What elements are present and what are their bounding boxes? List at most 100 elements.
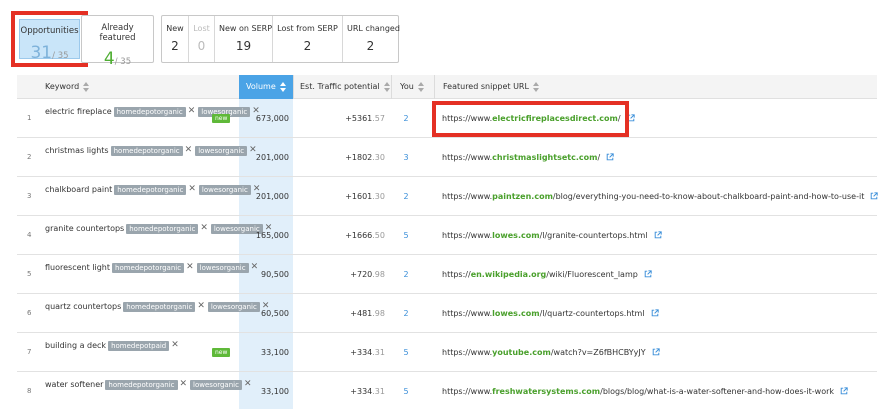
stat-url-changed[interactable]: URL changed 2 xyxy=(342,16,400,62)
you-position[interactable]: 5 xyxy=(395,387,417,396)
snippet-url[interactable]: https://www.freshwatersystems.com/blogs/… xyxy=(442,387,848,396)
volume-value: 90,500 xyxy=(261,270,289,279)
external-link-icon[interactable] xyxy=(651,309,659,317)
volume-value: 33,100 xyxy=(261,387,289,396)
traffic-dec: .98 xyxy=(372,270,385,279)
already-featured-card[interactable]: Already featured 4/ 35 xyxy=(81,15,154,69)
you-position[interactable]: 2 xyxy=(395,192,417,201)
external-link-icon[interactable] xyxy=(652,348,660,356)
row-number: 1 xyxy=(27,114,32,122)
url-path: /wiki/Fluorescent_lamp xyxy=(546,270,638,279)
stat-lost-from-serp-label: Lost from SERP xyxy=(277,24,338,33)
col-traffic-header[interactable]: Est. Traffic potential xyxy=(293,75,391,99)
already-featured-count: 4/ 35 xyxy=(82,49,153,69)
close-icon[interactable]: ✕ xyxy=(171,339,179,352)
keyword-cell: granite countertops homedepotorganic ✕ lowe… xyxy=(45,222,272,235)
you-position[interactable]: 2 xyxy=(395,114,417,123)
traffic-int: +481 xyxy=(350,309,373,318)
keyword-text: fluorescent light xyxy=(45,263,111,272)
already-featured-value: 4 xyxy=(103,49,115,69)
stat-new[interactable]: New 2 xyxy=(162,16,188,62)
traffic-value: +1601.30 xyxy=(293,192,385,201)
close-icon[interactable]: ✕ xyxy=(180,378,188,391)
col-you-header[interactable]: You xyxy=(391,75,434,99)
keyword-tag: homedepotorganic xyxy=(126,223,199,234)
col-volume-header[interactable]: Volume xyxy=(239,75,293,99)
snippet-url[interactable]: https://www.paintzen.com/blog/everything… xyxy=(442,192,879,201)
you-position[interactable]: 2 xyxy=(395,309,417,318)
keyword-tag: homedepotorganic xyxy=(123,301,196,312)
traffic-value: +334.31 xyxy=(293,348,385,357)
col-url-header[interactable]: Featured snippet URL xyxy=(434,75,877,99)
you-position[interactable]: 5 xyxy=(395,348,417,357)
traffic-int: +334 xyxy=(350,387,373,396)
table-row: 2 christmas lights homedepotorganic ✕ lowes… xyxy=(17,138,877,177)
already-featured-label: Already featured xyxy=(99,23,136,43)
external-link-icon[interactable] xyxy=(840,387,848,395)
external-link-icon[interactable] xyxy=(870,192,879,200)
you-position[interactable]: 2 xyxy=(395,270,417,279)
sort-arrows-icon xyxy=(417,81,425,92)
traffic-int: +334 xyxy=(350,348,373,357)
close-icon[interactable]: ✕ xyxy=(185,144,193,157)
stat-url-changed-label: URL changed xyxy=(347,24,400,33)
traffic-value: +5361.57 xyxy=(293,114,385,123)
stat-url-changed-value: 2 xyxy=(366,39,375,53)
stat-lost-from-serp[interactable]: Lost from SERP 2 xyxy=(272,16,342,62)
stat-lost: Lost 0 xyxy=(188,16,214,62)
external-link-icon[interactable] xyxy=(654,231,662,239)
stat-new-label: New xyxy=(166,24,184,33)
you-position[interactable]: 5 xyxy=(395,231,417,240)
traffic-int: +720 xyxy=(350,270,373,279)
url-path: /blog/everything-you-need-to-know-about-… xyxy=(552,192,865,201)
keyword-text: quartz countertops xyxy=(45,302,122,311)
traffic-value: +334.31 xyxy=(293,387,385,396)
keyword-cell: quartz countertops homedepotorganic ✕ lowes… xyxy=(45,300,269,313)
url-prefix: https://www. xyxy=(442,309,493,318)
close-icon[interactable]: ✕ xyxy=(200,222,208,235)
url-domain: freshwatersystems.com xyxy=(492,387,601,396)
close-icon[interactable]: ✕ xyxy=(188,183,196,196)
url-prefix: https:// xyxy=(442,270,471,279)
keyword-tag: homedepotorganic xyxy=(113,106,186,117)
external-link-icon[interactable] xyxy=(644,270,652,278)
snippet-url[interactable]: https://www.youtube.com/watch?v=Z6fBHCBY… xyxy=(442,348,660,357)
you-position[interactable]: 3 xyxy=(395,153,417,162)
keyword-cell: fluorescent light homedepotorganic ✕ loweso… xyxy=(45,261,258,274)
row-number: 8 xyxy=(27,387,32,395)
stat-new-on-serp-value: 19 xyxy=(235,39,252,53)
volume-value: 201,000 xyxy=(255,153,289,162)
traffic-dec: .98 xyxy=(372,309,385,318)
sort-arrows-icon xyxy=(383,81,391,92)
url-domain: christmaslightsetc.com xyxy=(492,153,598,162)
opportunities-card-inner: Opportunities 31/ 35 xyxy=(19,19,80,63)
url-domain: youtube.com xyxy=(492,348,551,357)
url-prefix: https://www. xyxy=(442,231,493,240)
snippet-url[interactable]: https://en.wikipedia.org/wiki/Fluorescen… xyxy=(442,270,652,279)
stat-new-on-serp-label: New on SERP xyxy=(219,24,273,33)
close-icon[interactable]: ✕ xyxy=(197,300,205,313)
close-icon[interactable]: ✕ xyxy=(188,105,196,118)
external-link-icon[interactable] xyxy=(606,153,614,161)
snippet-url[interactable]: https://www.christmaslightsetc.com/ xyxy=(442,153,614,162)
row-number: 3 xyxy=(27,192,32,200)
col-you-label: You xyxy=(400,82,414,91)
keyword-text: granite countertops xyxy=(45,224,125,233)
opportunities-card[interactable]: Opportunities 31/ 35 xyxy=(11,11,88,67)
url-domain: paintzen.com xyxy=(492,192,553,201)
url-domain: lowes.com xyxy=(492,231,540,240)
stat-new-on-serp[interactable]: New on SERP 19 xyxy=(214,16,272,62)
change-stats-group: New 2 Lost 0 New on SERP 19 Lost from SE… xyxy=(161,15,400,63)
url-path: /blogs/blog/what-is-a-water-softener-and… xyxy=(600,387,835,396)
traffic-value: +1666.50 xyxy=(293,231,385,240)
table-row: 3 chalkboard paint homedepotorganic ✕ lowes… xyxy=(17,177,879,216)
snippet-url[interactable]: https://www.lowes.com/l/quartz-counterto… xyxy=(442,309,659,318)
volume-value: 60,500 xyxy=(261,309,289,318)
snippet-url[interactable]: https://www.lowes.com/l/granite-countert… xyxy=(442,231,662,240)
close-icon[interactable]: ✕ xyxy=(186,261,194,274)
table-row: 4 granite countertops homedepotorganic ✕ lo… xyxy=(17,216,877,255)
keyword-cell: chalkboard paint homedepotorganic ✕ lowesor… xyxy=(45,183,260,196)
col-keyword-header[interactable]: Keyword xyxy=(45,75,235,99)
traffic-dec: .31 xyxy=(372,387,385,396)
table-row: 5 fluorescent light homedepotorganic ✕ lowe… xyxy=(17,255,877,294)
